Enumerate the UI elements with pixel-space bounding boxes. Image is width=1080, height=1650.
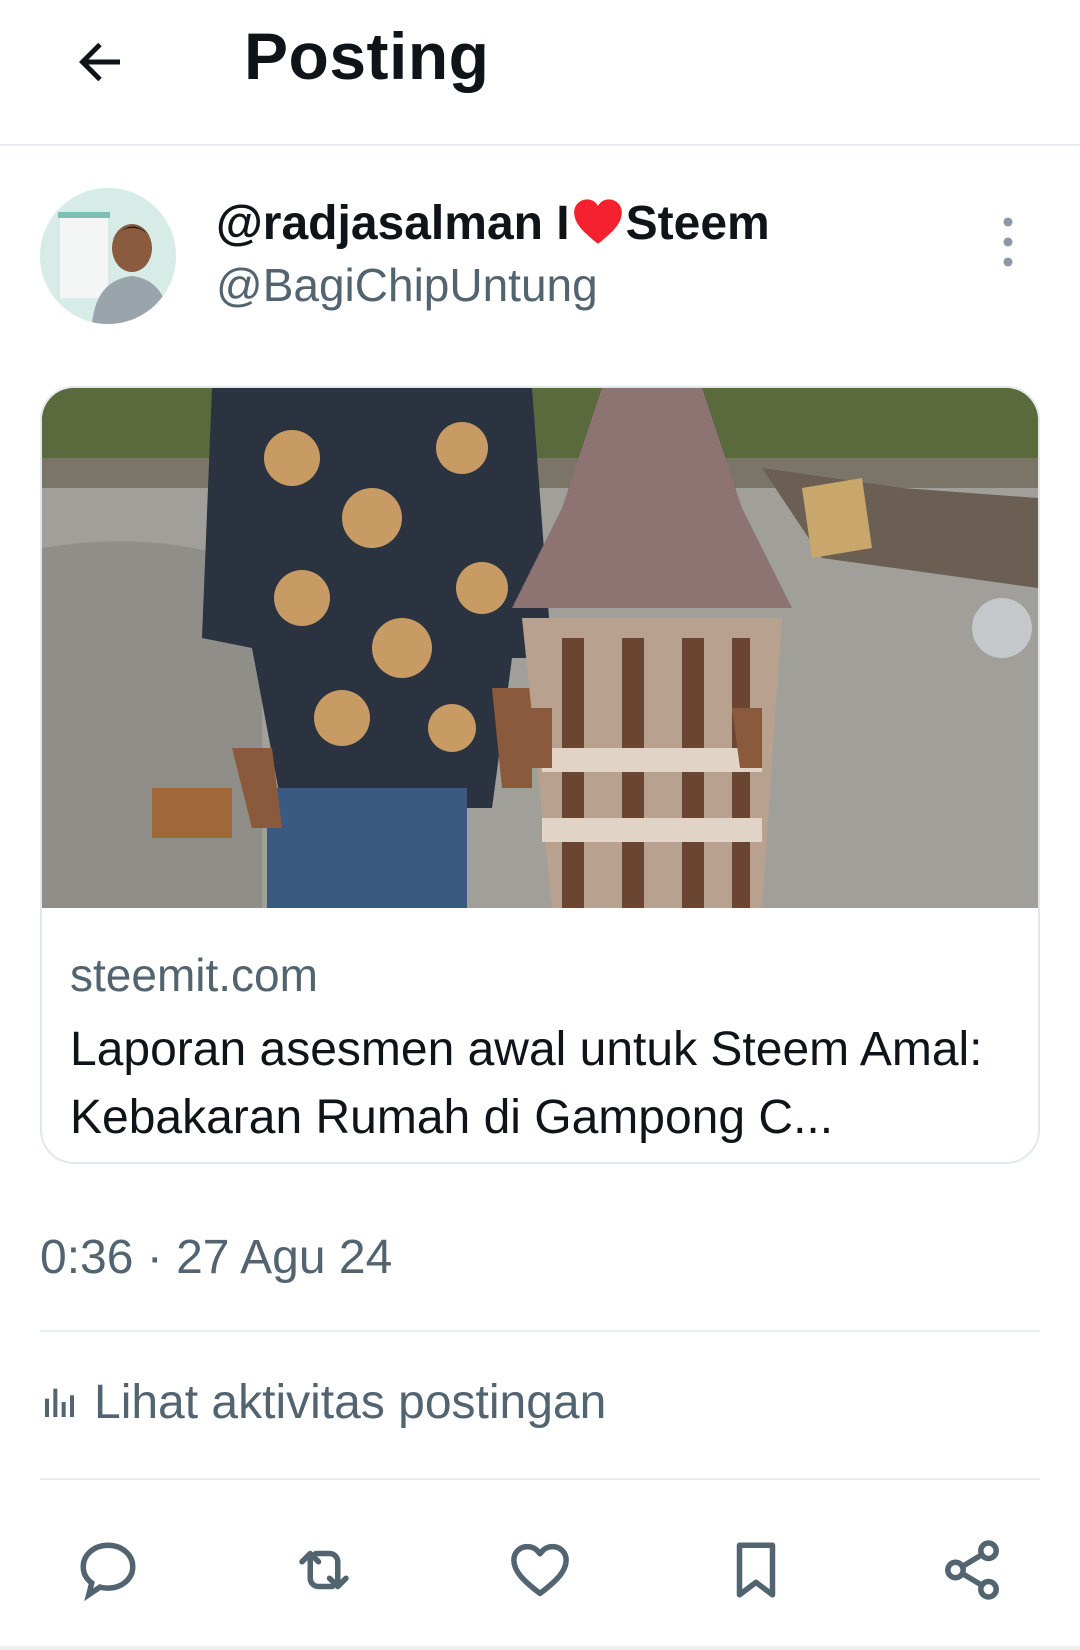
divider [40,1330,1040,1332]
more-vertical-icon [1003,217,1013,267]
like-button[interactable] [498,1528,582,1612]
back-button[interactable] [58,20,142,104]
author-display-name[interactable]: @radjasalman I Steem [216,196,770,257]
heart-icon [511,1543,569,1597]
arrow-left-icon [79,42,120,82]
link-title: Laporan asesmen awal untuk Steem Amal: K… [70,1023,983,1144]
activity-label: Lihat aktivitas postingan [94,1375,607,1429]
top-app-bar: Posting [0,0,1080,146]
author-handle[interactable]: @BagiChipUntung [216,258,598,312]
share-button[interactable] [930,1528,1014,1612]
link-domain: steemit.com [70,949,318,1001]
view-post-activity-link[interactable]: Lihat aktivitas postingan [40,1360,606,1444]
share-icon [945,1540,999,1600]
bookmark-button[interactable] [714,1528,798,1612]
repost-button[interactable] [282,1528,366,1612]
bookmark-icon [736,1542,776,1598]
comment-icon [80,1542,136,1602]
post-timestamp[interactable]: 0:36 · 27 Agu 24 [40,1230,392,1285]
link-preview-image [42,388,1038,908]
bar-chart-icon [45,1388,74,1417]
display-name-prefix: @radjasalman I [216,197,570,250]
bottom-divider [0,1646,1080,1650]
divider [40,1478,1040,1480]
reply-button[interactable] [66,1528,150,1612]
avatar[interactable] [40,188,176,324]
display-name-suffix: Steem [625,197,770,250]
more-options-button[interactable] [996,216,1020,268]
link-preview-card[interactable]: steemit.com Laporan asesmen awal untuk S… [40,386,1040,1164]
red-heart-icon [572,197,624,257]
page-title: Posting [244,19,490,93]
repost-icon [299,1550,349,1590]
